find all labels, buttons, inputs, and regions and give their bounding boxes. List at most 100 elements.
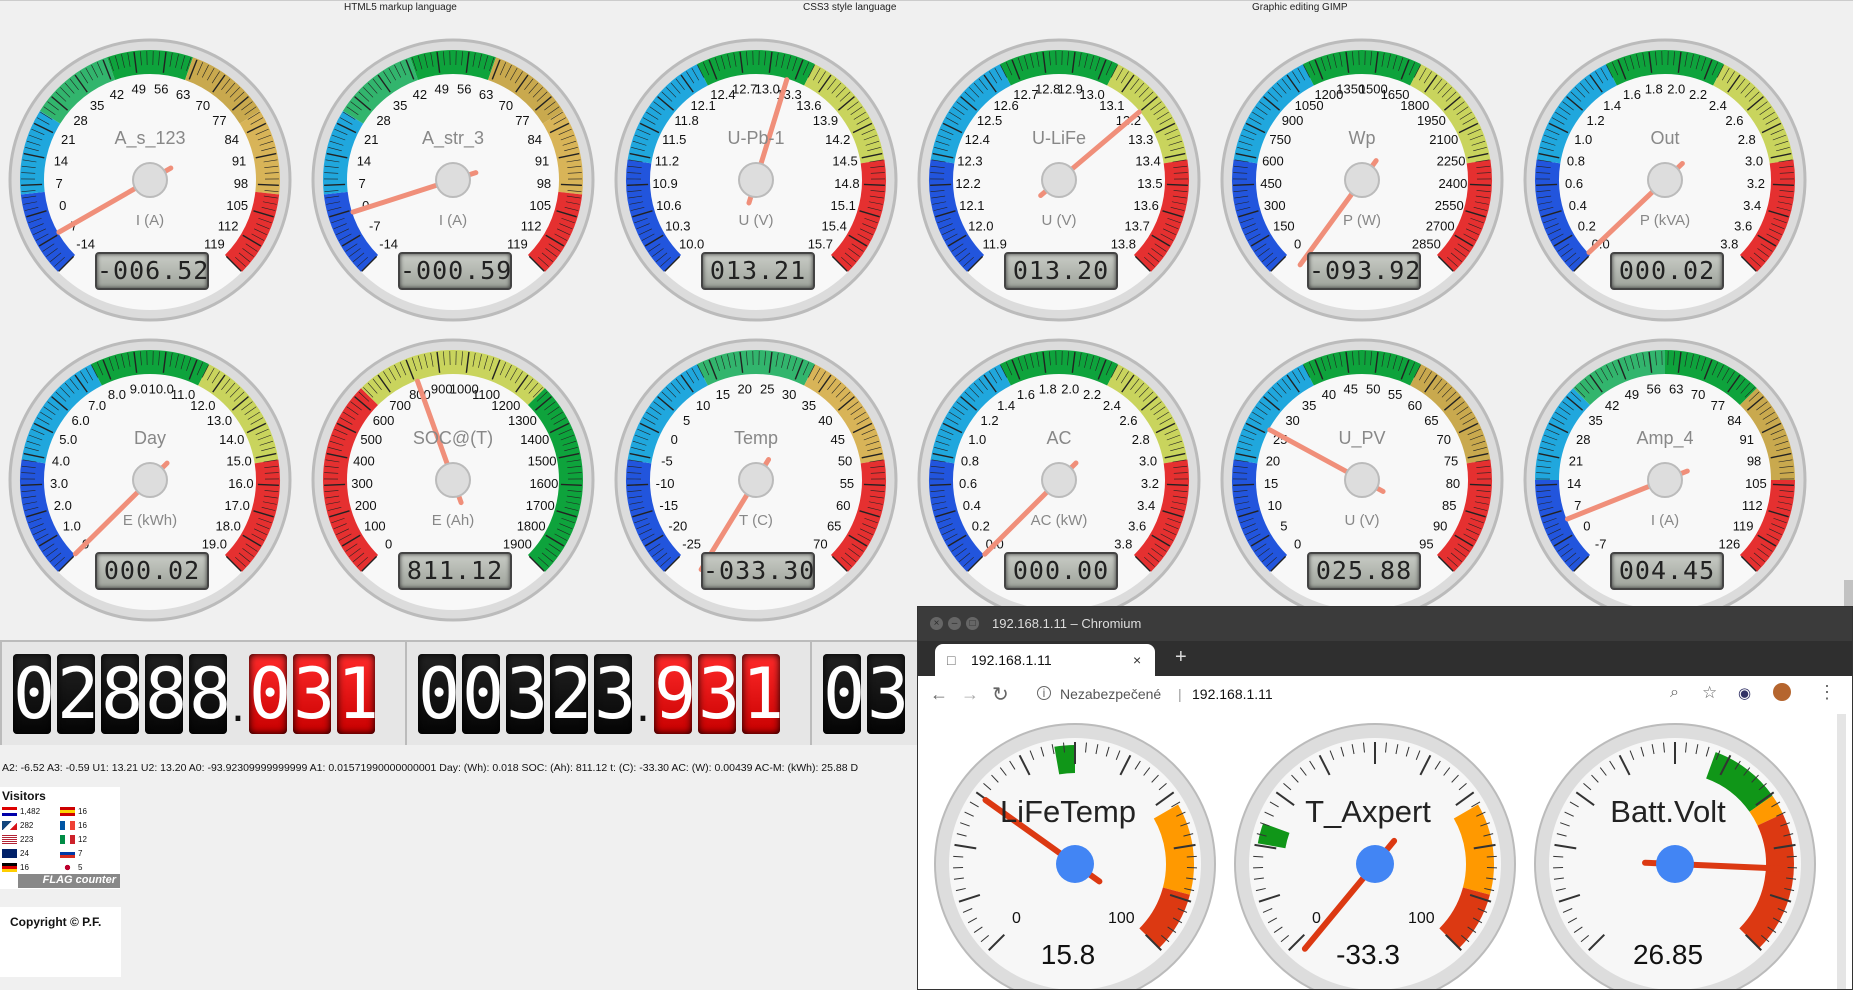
gauge-hub <box>435 462 471 498</box>
gauge-tick-label: 98 <box>234 176 248 191</box>
gauge-tick-label: 0.4 <box>963 498 981 513</box>
close-icon[interactable]: × <box>1133 644 1141 676</box>
html5-link[interactable]: HTML5 markup language <box>344 2 457 13</box>
gauge-tick-label: 1200 <box>491 398 520 413</box>
security-label[interactable]: Nezabezpečené <box>1060 686 1161 702</box>
plus-icon[interactable]: + <box>1175 646 1187 669</box>
gauge-unit: U (V) <box>1344 512 1380 529</box>
gauge-tick-label: 91 <box>535 153 549 168</box>
reload-icon[interactable]: ↻ <box>992 682 1009 707</box>
gauge-tick-label: 2250 <box>1437 153 1466 168</box>
counter-digit: 2 <box>550 652 593 735</box>
gauge-tick-label: 60 <box>1408 398 1422 413</box>
gauge-tick-label: -14 <box>76 236 95 251</box>
gauge-tick-label: 0 <box>1294 536 1301 551</box>
gauge-tick-label: 35 <box>1588 413 1602 428</box>
counter-decimal-digit: 3 <box>293 652 336 735</box>
gauge-tick-label: 3.2 <box>1747 176 1765 191</box>
gauge-tick-label: 2.0 <box>1667 82 1685 97</box>
zoom-icon[interactable]: ⌕ <box>1670 684 1679 702</box>
gauge-title: U_PV <box>1338 428 1386 448</box>
minimize-window-icon[interactable]: – <box>948 617 961 630</box>
flag-counter-badge[interactable]: FLAG counter <box>18 874 120 888</box>
counter-decimal-digit: 3 <box>698 652 741 735</box>
lifetemp-min-label: 0 <box>1012 910 1021 927</box>
close-window-icon[interactable]: × <box>930 617 943 630</box>
gauge-tick-label: 63 <box>479 87 493 102</box>
visitor-row-4: 24 <box>2 849 29 859</box>
top-links-bar: HTML5 markup language CSS3 style languag… <box>0 0 1853 15</box>
gimp-link[interactable]: Graphic editing GIMP <box>1252 2 1348 13</box>
menu-icon[interactable]: ⋮ <box>1818 682 1836 703</box>
green-band <box>1054 745 1076 775</box>
counter-decimal-digit: 9 <box>654 652 697 735</box>
gauge-tick-label: 105 <box>529 198 551 213</box>
gauge-tick-label: 95 <box>1419 536 1433 551</box>
browser-scrollbar[interactable] <box>1837 714 1846 989</box>
gauge-tick-label: 10.0 <box>679 236 704 251</box>
gauge-tick-label: 2.0 <box>54 498 72 513</box>
gauge-tick-label: 98 <box>537 176 551 191</box>
gauge-tick-label: 28 <box>73 113 87 128</box>
gauge-tick-label: 6.0 <box>72 413 90 428</box>
taxpert-value: -33.3 <box>1336 939 1400 970</box>
gauge-amp-4: -7 0 7 14 21 28 35 42 49 56 63 70 77 84 91 98 105 112 119 1… <box>1515 330 1815 630</box>
active-tab[interactable]: □ 192.168.1.11 × <box>935 644 1155 676</box>
gauge-hub <box>1344 462 1380 498</box>
gauge-tick <box>930 183 952 187</box>
address-field[interactable]: 192.168.1.11 <box>1192 686 1273 702</box>
gauge-tick-label: 105 <box>1745 476 1767 491</box>
gauge-hub <box>738 462 774 498</box>
gauge-tick-label: 55 <box>840 476 854 491</box>
counter-digit: 0 <box>462 652 505 735</box>
gauge-tick-label: 91 <box>232 153 246 168</box>
avatar[interactable] <box>1773 683 1791 701</box>
window-title-bar[interactable]: × – □ 192.168.1.11 – Chromium <box>918 607 1852 641</box>
decimal-point: . <box>636 675 650 732</box>
gauge-tick-label: 70 <box>1691 387 1705 402</box>
gauge-tick-label: 8.0 <box>108 387 126 402</box>
gauge-tick-label: 55 <box>1388 387 1402 402</box>
gauge-tick-label: 20 <box>1266 453 1280 468</box>
browser-gauge-tick <box>1253 855 1264 858</box>
gauge-tick-label: 35 <box>393 98 407 113</box>
gauge-tick-label: 10.6 <box>656 198 681 213</box>
back-arrow-icon[interactable]: ← <box>930 684 948 705</box>
gauge-tick-label: 12.2 <box>955 176 980 191</box>
gauge-tick-label: 1800 <box>1400 98 1429 113</box>
browser-gauge-hub <box>1356 845 1394 883</box>
browser-gauge-tick <box>1553 855 1564 858</box>
gauge-tick <box>863 183 885 187</box>
css3-link[interactable]: CSS3 style language <box>803 2 896 13</box>
gauge-tick <box>1536 483 1558 487</box>
gauge-tick <box>1469 483 1491 487</box>
gauge-lcd-value: 811.12 <box>398 552 512 590</box>
gauge-tick-label: 12.7 <box>732 82 757 97</box>
gauge-lcd-value: 004.45 <box>1610 552 1724 590</box>
counter-digit: 2 <box>57 652 100 735</box>
gauge-title: Temp <box>733 428 778 448</box>
gauge-lcd-value: -093.92 <box>1307 252 1421 290</box>
gauge-tick-label: 10.9 <box>652 176 677 191</box>
forward-arrow-icon[interactable]: → <box>961 684 979 705</box>
gauge-tick-label: 98 <box>1747 453 1761 468</box>
gauge-tick-label: 13.4 <box>1135 153 1160 168</box>
gauge-tick-label: 2.4 <box>1103 398 1121 413</box>
gauge-tick-label: 1.2 <box>981 413 999 428</box>
gauge-tick-label: 12.1 <box>959 198 984 213</box>
gauge-tick-label: 300 <box>1264 198 1286 213</box>
info-icon[interactable]: i <box>1037 686 1051 700</box>
extension-icon[interactable]: ◉ <box>1738 684 1751 702</box>
visitor-counter[interactable]: Visitors 1,482 16 282 16 223 12 24 7 16 … <box>0 787 120 889</box>
gauge-tick-label: 14 <box>54 153 68 168</box>
counter-digit: 3 <box>506 652 549 735</box>
gauge-tick-label: 0.8 <box>961 453 979 468</box>
gauge-u-pv: 0 5 10 15 20 25 30 35 40 45 50 55 60 65 70 75 80 85 90 95 U_… <box>1212 330 1512 630</box>
browser-gauge-tick <box>953 855 964 858</box>
gauge-tick-label: 7 <box>55 176 62 191</box>
gauge-tick-label: 85 <box>1442 498 1456 513</box>
maximize-window-icon[interactable]: □ <box>966 617 979 630</box>
gauge-tick-label: 65 <box>1424 413 1438 428</box>
star-icon[interactable]: ☆ <box>1702 683 1717 703</box>
gauge-tick-label: -15 <box>659 498 678 513</box>
